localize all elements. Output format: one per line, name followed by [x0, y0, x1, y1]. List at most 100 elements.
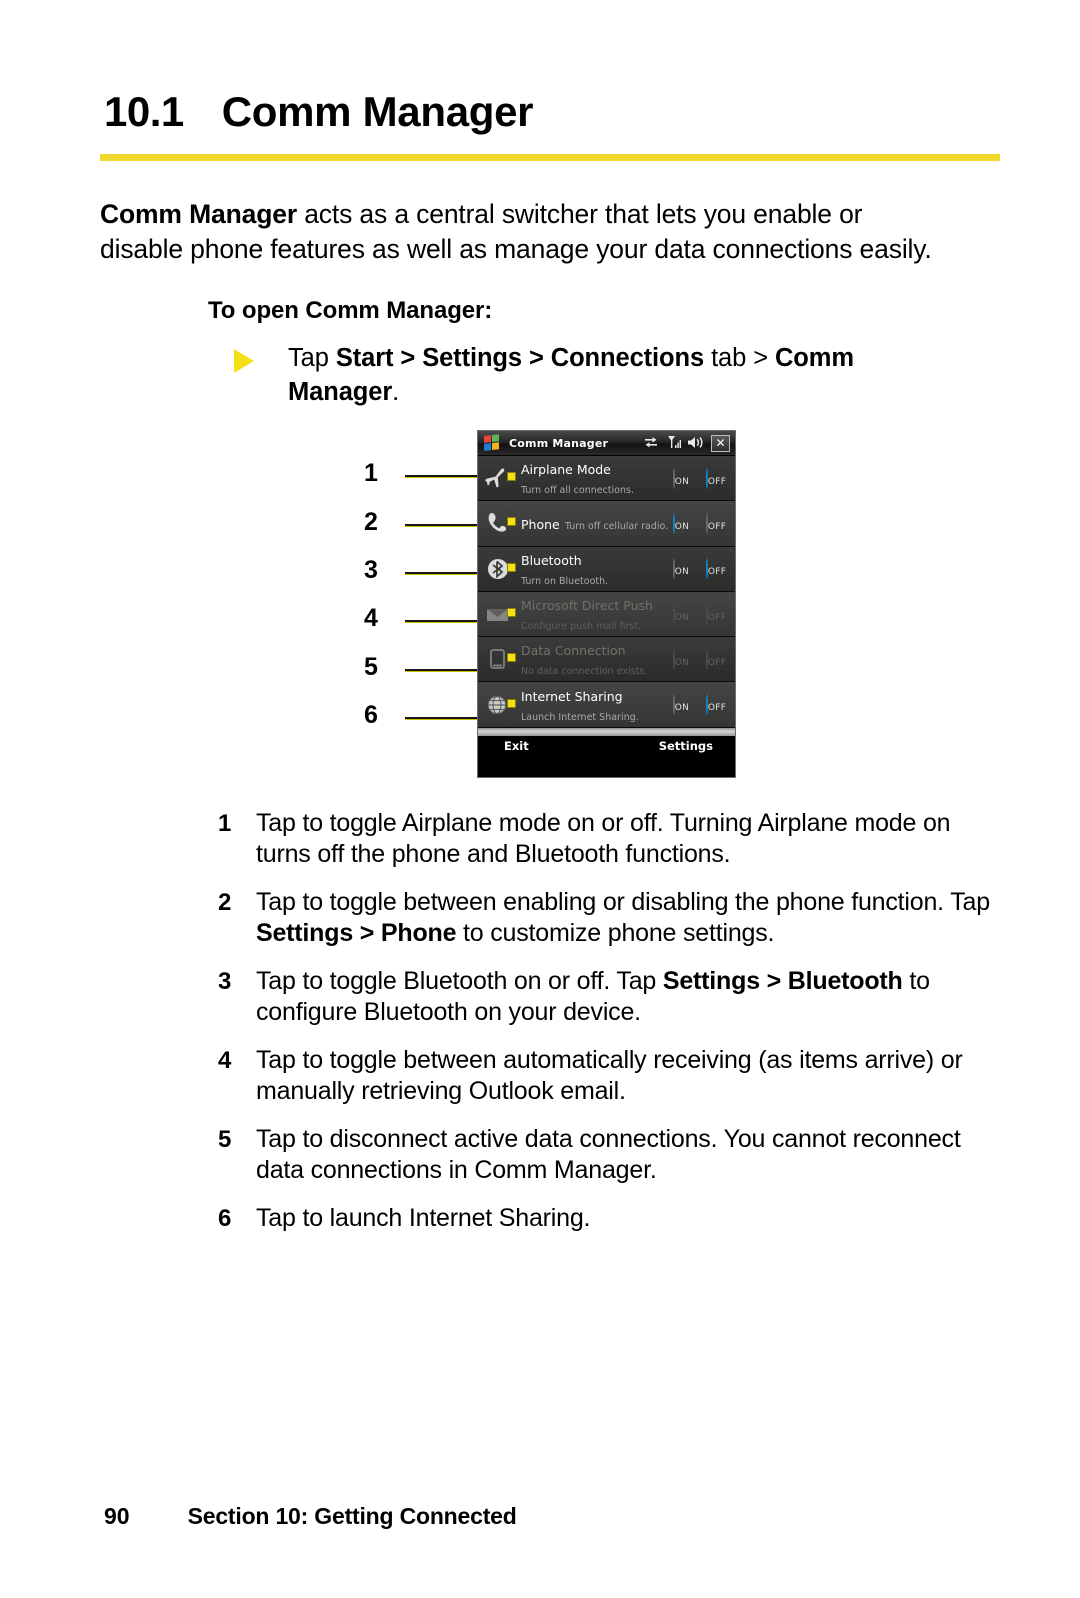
bullet-prefix: Tap	[288, 344, 336, 372]
radio-label-off: OFF	[707, 612, 727, 623]
step-item: 3 Tap to toggle Bluetooth on or off. Tap …	[218, 966, 1008, 1028]
bullet-connections: Connections	[550, 344, 705, 372]
bullet-instruction-text: Tap Start > Settings > Connections tab >…	[288, 341, 934, 409]
device-settings-list: Airplane Mode Turn off all connections. …	[478, 456, 735, 728]
device-titlebar: Comm Manager ✕	[478, 431, 735, 456]
device-row-text: Phone Turn off cellular radio.	[521, 514, 670, 533]
step-text: Tap to launch Internet Sharing.	[256, 1203, 1008, 1234]
device-row-subtitle: Configure push mail first.	[521, 621, 642, 633]
step-text-bold: Settings > Phone	[256, 919, 457, 947]
step-list: 1 Tap to toggle Airplane mode on or off. …	[218, 808, 1008, 1251]
device-status-tray: ✕	[645, 434, 732, 453]
callout-2: 2	[360, 508, 497, 538]
intro-lead: Comm Manager	[100, 198, 297, 229]
device-window-title: Comm Manager	[509, 436, 609, 450]
footer-page-number: 90	[104, 1503, 130, 1529]
comm-manager-screenshot: Comm Manager ✕ Airplane Mode Turn off al…	[477, 430, 736, 778]
radio-off-internet-sharing[interactable]: OFF	[705, 694, 727, 716]
softkey-bar-highlight	[478, 728, 735, 736]
callout-number: 3	[364, 556, 378, 584]
device-row-text: Data Connection No data connection exist…	[521, 640, 670, 678]
callout-tag	[507, 562, 516, 572]
connectivity-icon[interactable]	[645, 434, 660, 453]
exit-softkey[interactable]: Exit	[504, 739, 529, 753]
step-item: 6 Tap to launch Internet Sharing.	[218, 1203, 1008, 1234]
radio-label-on: ON	[674, 703, 690, 714]
radio-on-phone[interactable]: ON	[670, 512, 692, 534]
close-icon[interactable]: ✕	[711, 434, 730, 452]
step-number: 5	[218, 1126, 232, 1153]
device-row-title: Airplane Mode	[521, 462, 611, 478]
device-row-data-connection: Data Connection No data connection exist…	[478, 637, 735, 683]
triangle-bullet-icon	[234, 349, 254, 373]
step-text: Tap to toggle Bluetooth on or off. Tap S…	[256, 966, 1008, 1028]
radio-label-off: OFF	[707, 703, 727, 714]
footer-section-title: Section 10: Getting Connected	[187, 1503, 517, 1529]
device-row-title: Data Connection	[521, 643, 626, 659]
radio-on-airplane[interactable]: ON	[670, 467, 692, 489]
radio-off-phone[interactable]: OFF	[705, 512, 727, 534]
step-item: 5 Tap to disconnect active data connectio…	[218, 1124, 1008, 1186]
device-row-airplane-mode[interactable]: Airplane Mode Turn off all connections. …	[478, 456, 735, 502]
device-row-bluetooth[interactable]: Bluetooth Turn on Bluetooth. ON OFF	[478, 546, 735, 592]
step-item: 2 Tap to toggle between enabling or disab…	[218, 887, 1008, 949]
callout-tag	[507, 698, 516, 708]
radio-label-off: OFF	[707, 567, 727, 578]
bullet-sep-2: >	[521, 344, 551, 372]
radio-off-bluetooth[interactable]: OFF	[705, 558, 727, 580]
page-footer: 90 Section 10: Getting Connected	[104, 1503, 517, 1530]
radio-on-internet-sharing[interactable]: ON	[670, 694, 692, 716]
step-text-plain: Tap to toggle Bluetooth on or off. Tap	[256, 967, 663, 995]
radio-label-on: ON	[674, 612, 690, 623]
radio-label-on: ON	[674, 567, 690, 578]
volume-icon[interactable]	[688, 434, 704, 453]
device-row-text: Bluetooth Turn on Bluetooth.	[521, 550, 670, 588]
callout-group: 1 2 3 4 5 6	[360, 455, 497, 765]
callout-tag	[507, 517, 516, 527]
bullet-instruction: Tap Start > Settings > Connections tab >…	[234, 341, 934, 409]
bullet-suffix: .	[392, 378, 400, 406]
heading-number: 10.1	[104, 88, 184, 135]
device-row-toggle: ON OFF	[670, 467, 735, 489]
step-number: 2	[218, 889, 232, 916]
radio-on-bluetooth[interactable]: ON	[670, 558, 692, 580]
step-number: 1	[218, 810, 232, 837]
step-text: Tap to disconnect active data connection…	[256, 1124, 1008, 1186]
callout-number: 1	[364, 459, 378, 487]
bullet-sep-1: >	[393, 344, 423, 372]
device-row-subtitle: Turn off cellular radio.	[564, 520, 669, 532]
callout-6: 6	[360, 701, 497, 731]
callout-4: 4	[360, 604, 497, 634]
device-row-toggle: ON OFF	[670, 694, 735, 716]
radio-off-data-connection: OFF	[705, 648, 727, 670]
phone-handset-icon	[483, 508, 516, 538]
device-row-subtitle: No data connection exists.	[521, 666, 648, 678]
step-text: Tap to toggle between enabling or disabl…	[256, 887, 1008, 949]
device-row-title: Microsoft Direct Push	[521, 598, 653, 614]
callout-3: 3	[360, 556, 497, 586]
bullet-mid: tab >	[704, 344, 775, 372]
step-text-plain: Tap to disconnect active data connection…	[256, 1125, 961, 1184]
radio-label-off: OFF	[707, 476, 727, 487]
device-row-title: Phone	[521, 516, 560, 532]
heading-divider	[100, 154, 1000, 161]
device-row-direct-push: Microsoft Direct Push Configure push mai…	[478, 591, 735, 638]
step-item: 4 Tap to toggle between automatically rec…	[218, 1045, 1008, 1107]
step-text: Tap to toggle Airplane mode on or off. T…	[256, 808, 1008, 870]
device-row-phone[interactable]: Phone Turn off cellular radio. ON OFF	[478, 501, 735, 547]
radio-label-off: OFF	[707, 657, 727, 668]
device-row-subtitle: Launch Internet Sharing.	[521, 711, 639, 723]
device-row-internet-sharing[interactable]: Internet Sharing Launch Internet Sharing…	[478, 682, 735, 728]
callout-1: 1	[360, 459, 497, 489]
radio-off-airplane[interactable]: OFF	[705, 467, 727, 489]
device-softkey-bar: Exit Settings	[478, 736, 735, 756]
signal-strength-icon[interactable]	[667, 434, 681, 453]
callout-tag	[507, 472, 516, 482]
device-row-toggle: ON OFF	[670, 558, 735, 580]
callout-5: 5	[360, 653, 497, 683]
envelope-icon	[483, 599, 516, 629]
radio-label-on: ON	[674, 657, 690, 668]
callout-number: 2	[364, 508, 378, 536]
callout-number: 6	[364, 701, 378, 729]
settings-softkey[interactable]: Settings	[659, 739, 713, 753]
